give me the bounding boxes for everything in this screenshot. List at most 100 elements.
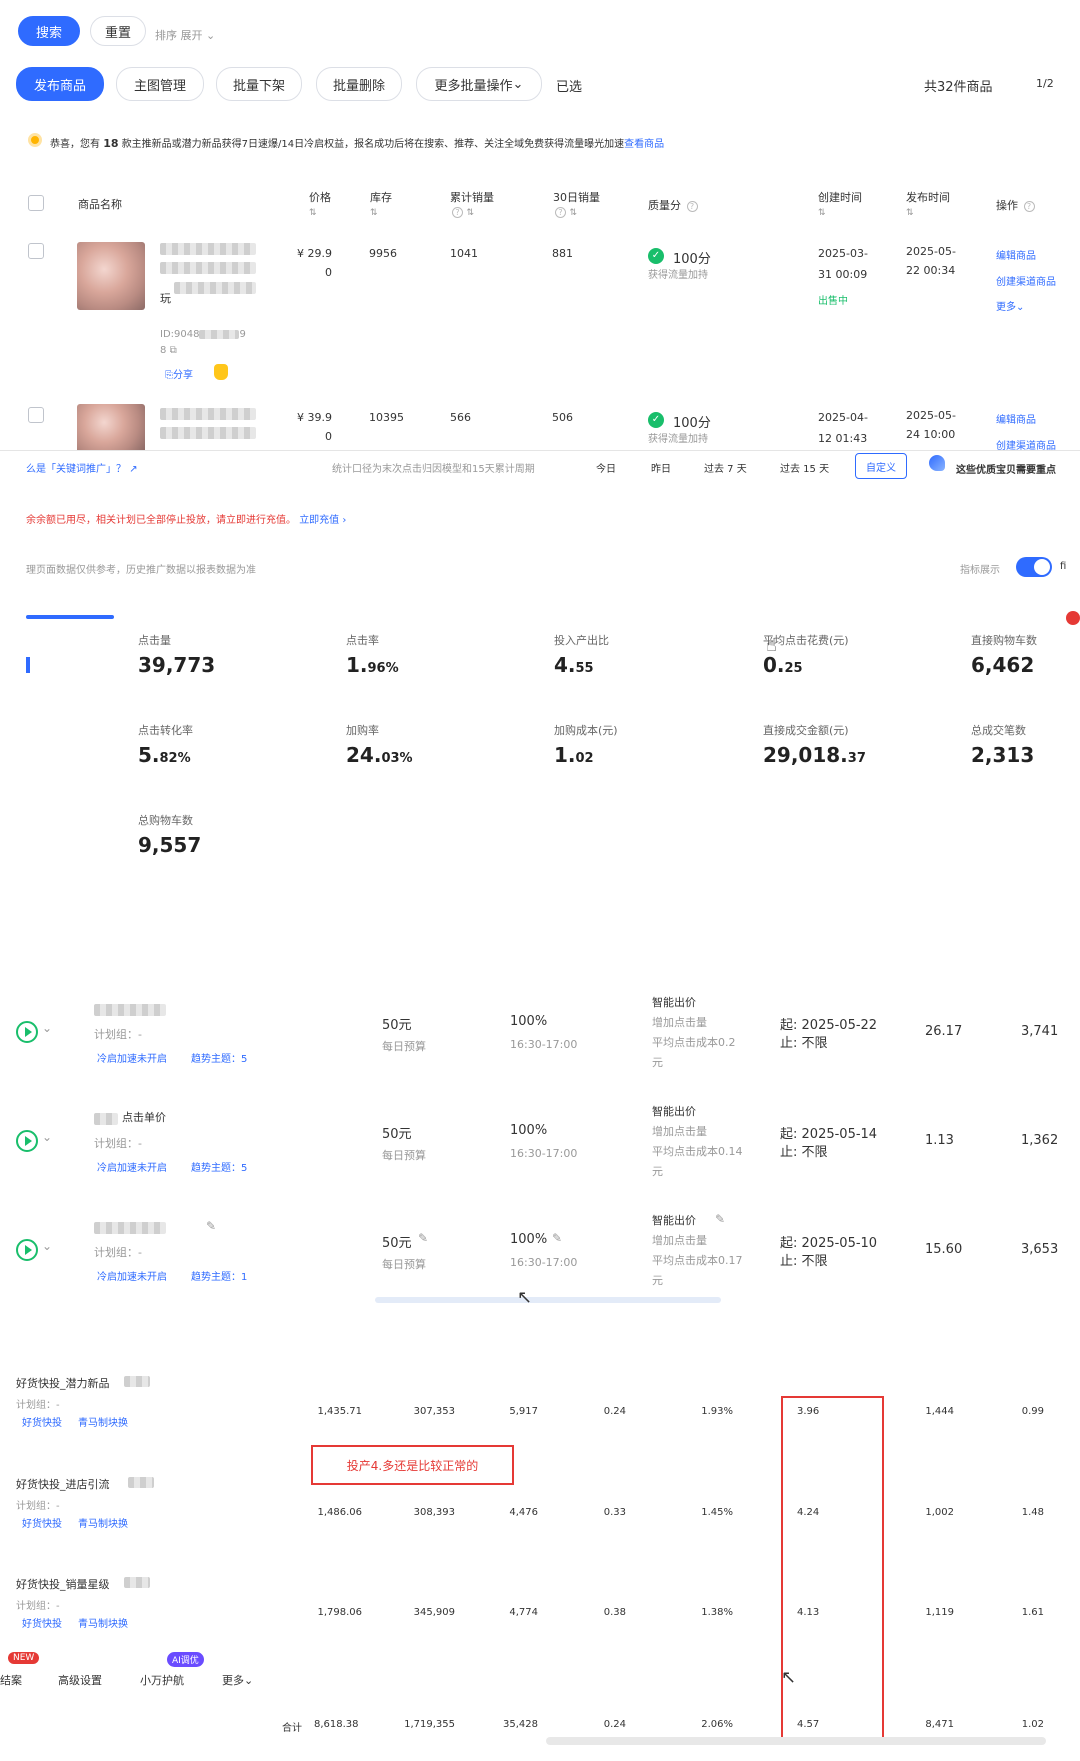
report-tag-2[interactable]: 青马制块换 [78,1615,128,1630]
cold-start-tag[interactable]: 冷启加速未开启 [97,1268,167,1283]
report-cell: 1.93% [701,1406,733,1417]
bottom-scrollbar[interactable] [546,1737,1046,1745]
total-cell: 8,471 [925,1719,954,1730]
trend-tag[interactable]: 趋势主题：1 [191,1268,247,1283]
metric-value-main: 1. [346,653,368,677]
header-sales-30[interactable]: 30日销量? ⇅ [553,189,600,218]
more-ops-link[interactable]: 更多⌄ [996,298,1024,313]
bid-cost: 平均点击成本0.14 [652,1145,743,1158]
range-last7[interactable]: 过去 7 天 [704,460,747,475]
time-window: 16:30-17:00 [510,1038,578,1051]
chevron-down-icon[interactable]: ⌄ [42,1239,52,1253]
report-tag-1[interactable]: 好货快投 [22,1615,62,1630]
edit-product-link[interactable]: 编辑商品 [996,411,1036,426]
end-label: 止: [780,1145,798,1160]
play-circle-icon[interactable] [16,1021,38,1043]
rate-value[interactable]: 100% [510,1232,547,1247]
more-batch-button[interactable]: 更多批量操作 ⌄ [416,67,542,101]
more-tab[interactable]: 更多⌄ [222,1672,253,1688]
cold-start-tag[interactable]: 冷启加速未开启 [97,1050,167,1065]
metrics-toggle[interactable] [1016,557,1052,577]
header-published[interactable]: 发布时间 ⇅ [906,189,950,218]
trend-tag[interactable]: 趋势主题：5 [191,1050,247,1065]
advanced-settings-tab[interactable]: 高级设置 [58,1672,102,1688]
banner-text[interactable]: 这些优质宝贝需要重点 [956,461,1056,476]
pub-time: 22 00:34 [906,264,956,277]
metric-value-main: 29,018. [763,743,848,767]
red-dot-badge [1066,611,1080,625]
report-cell: 1,435.71 [317,1406,362,1417]
range-last15[interactable]: 过去 15 天 [780,460,829,475]
report-cell: 308,393 [413,1507,455,1518]
edit-product-link[interactable]: 编辑商品 [996,247,1036,262]
search-button[interactable]: 搜索 [18,16,80,46]
help-icon: ? [686,200,698,212]
create-channel-link[interactable]: 创建渠道商品 [996,273,1056,288]
end-date: 止: 不限 [780,1032,828,1051]
reset-button[interactable]: 重置 [90,16,146,46]
edit-icon[interactable]: ✎ [552,1231,562,1245]
notice-link[interactable]: 查看商品 [624,139,664,150]
report-tag-2[interactable]: 青马制块换 [78,1414,128,1429]
report-cell: 0.33 [603,1507,626,1518]
total-cell: 1.02 [1021,1719,1044,1730]
notice-text: 恭喜，您有 18 款主推新品或潜力新品获得7日速爆/14日冷启权益，报名成功后将… [50,135,664,150]
report-group: 计划组：- [16,1501,60,1512]
play-circle-icon[interactable] [16,1130,38,1152]
chevron-down-icon[interactable]: ⌄ [42,1021,52,1035]
chevron-down-icon[interactable]: ⌄ [42,1130,52,1144]
sort-icon: ⇅ [569,208,578,218]
share-link[interactable]: ⎘分享 [165,366,193,381]
metric-value: 5.82% [138,743,191,767]
batch-delete-button[interactable]: 批量删除 [316,67,402,101]
report-cell: 4,476 [509,1507,538,1518]
metric-value-main: 24. [346,743,382,767]
edit-icon[interactable]: ✎ [206,1219,216,1233]
metric-value-decimal: 37 [847,751,866,766]
product-thumbnail[interactable] [77,404,145,450]
report-tag-1[interactable]: 好货快投 [22,1414,62,1429]
row-checkbox[interactable] [28,407,44,423]
range-today[interactable]: 今日 [596,460,616,475]
play-circle-icon[interactable] [16,1239,38,1261]
end-value: 不限 [801,1254,828,1269]
report-tag-1[interactable]: 好货快投 [22,1515,62,1530]
report-tag-2[interactable]: 青马制块换 [78,1515,128,1530]
price: ¥ 29.9 [297,247,332,260]
bid-unit: 元 [652,1056,663,1069]
header-sales-total[interactable]: 累计销量? ⇅ [450,189,494,218]
header-created-label: 创建时间 [818,191,862,204]
result-tab[interactable]: 结案 [0,1672,22,1688]
chevron-down-icon: ⌄ [206,29,216,42]
data-note: 理页面数据仅供参考，历史推广数据以报表数据为准 [26,565,256,576]
product-thumbnail[interactable] [77,242,145,310]
nav-tab[interactable]: 小万护航 [140,1672,184,1688]
horizontal-scrollbar[interactable] [375,1297,721,1303]
header-stock[interactable]: 库存 ⇅ [370,189,392,218]
publish-button[interactable]: 发布商品 [16,67,104,101]
row-checkbox[interactable] [28,243,44,259]
edit-icon[interactable]: ✎ [715,1212,725,1226]
cursor-arrow-icon: ↖ [781,1667,797,1688]
select-all-checkbox[interactable] [28,195,44,211]
keyword-promo-help[interactable]: 么是「关键词推广」？ ↗ [26,460,138,475]
expand-label: 展开 [180,29,203,42]
batch-off-button[interactable]: 批量下架 [216,67,302,101]
range-yesterday[interactable]: 昨日 [651,460,671,475]
range-custom[interactable]: 自定义 [855,453,907,479]
edit-icon[interactable]: ✎ [418,1231,428,1245]
report-cell: 1,798.06 [317,1607,362,1618]
main-image-button[interactable]: 主图管理 [116,67,204,101]
start-date: 起: 2025-05-14 [780,1123,877,1142]
cold-start-tag[interactable]: 冷启加速未开启 [97,1159,167,1174]
header-price[interactable]: 价格 ⇅ [309,189,331,218]
metric-value-main: 0. [763,653,785,677]
header-created[interactable]: 创建时间 ⇅ [818,189,862,218]
header-quality-label: 质量分 [648,199,681,212]
copy-icon[interactable]: ⧉ [170,345,177,356]
header-stock-label: 库存 [370,191,392,204]
budget-value[interactable]: 50元 [382,1232,412,1251]
sort-toggle[interactable]: 排序 展开 ⌄ [155,27,215,43]
trend-tag[interactable]: 趋势主题：5 [191,1159,247,1174]
recharge-link[interactable]: 立即充值 [299,515,339,526]
